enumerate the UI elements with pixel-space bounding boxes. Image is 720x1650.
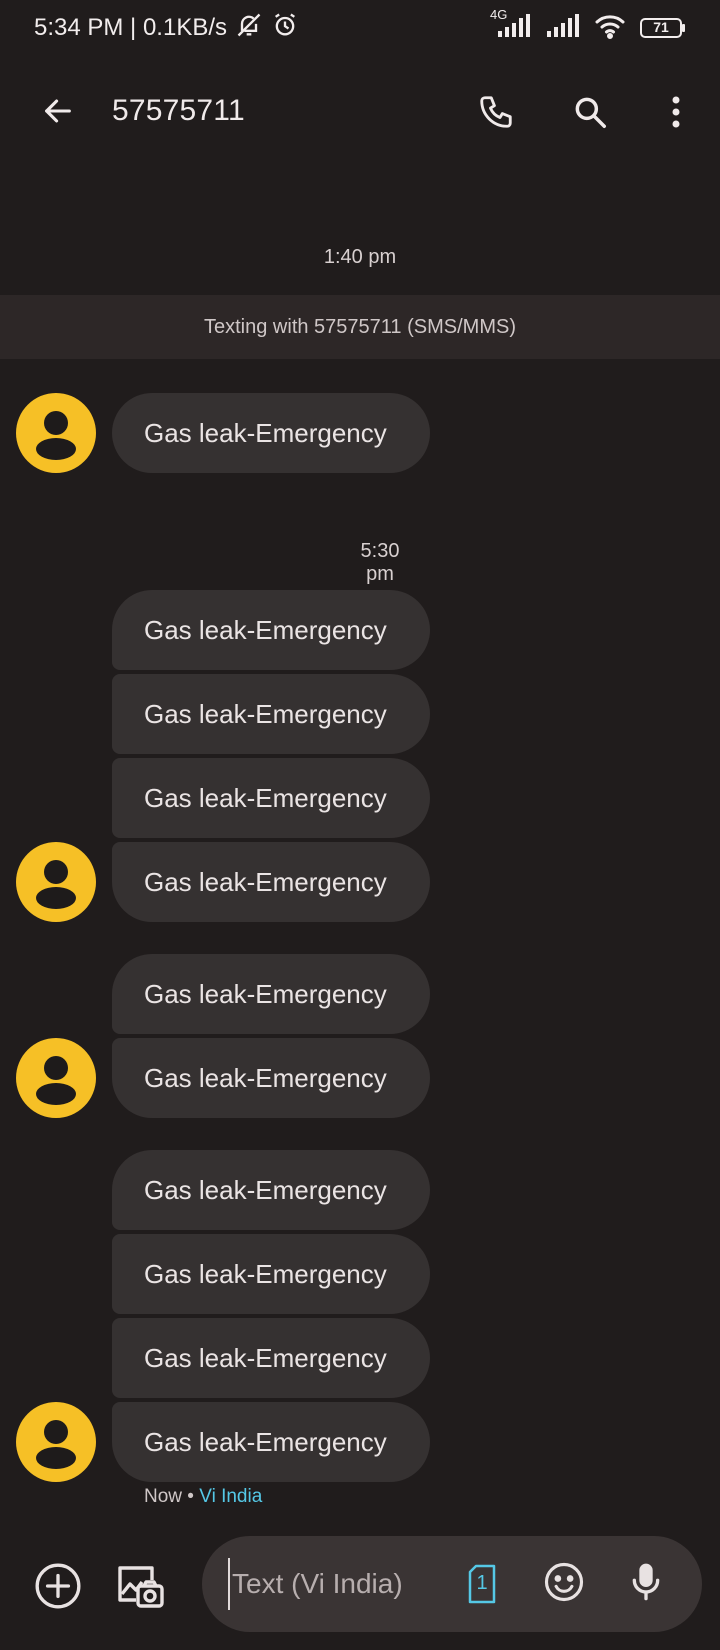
search-button[interactable]	[566, 90, 614, 138]
mic-icon	[626, 1561, 666, 1608]
back-button[interactable]	[36, 91, 80, 135]
network-type-label: 4G	[490, 6, 508, 22]
status-time: 5:34 PM | 0.1KB/s	[34, 14, 227, 41]
wifi-icon	[594, 13, 626, 44]
message-bubble[interactable]: Gas leak-Emergency	[112, 674, 430, 754]
sim-selector-button[interactable]: 1	[460, 1562, 504, 1606]
message-bubble[interactable]: Gas leak-Emergency	[112, 1234, 430, 1314]
more-vert-icon	[670, 94, 682, 135]
message-bubble[interactable]: Gas leak-Emergency	[112, 1150, 430, 1230]
message-bubble[interactable]: Gas leak-Emergency	[112, 590, 430, 670]
add-circle-icon	[33, 1561, 83, 1616]
signal-icon: 4G	[490, 7, 532, 44]
gallery-camera-icon	[114, 1560, 166, 1617]
sim-number: 1	[476, 1572, 488, 1594]
battery-level: 71	[653, 19, 669, 35]
avatar[interactable]	[16, 1038, 96, 1118]
status-separator: •	[182, 1486, 200, 1507]
timestamp-divider: 5:30 pm	[360, 540, 400, 585]
message-bubble[interactable]: Gas leak-Emergency	[112, 954, 430, 1034]
add-attachment-button[interactable]	[30, 1560, 86, 1616]
more-options-button[interactable]	[652, 90, 700, 138]
avatar[interactable]	[16, 842, 96, 922]
battery-icon: 71	[640, 17, 686, 39]
status-bar: 5:34 PM | 0.1KB/s 4G 71	[0, 0, 720, 56]
message-bubble[interactable]: Gas leak-Emergency	[112, 1038, 430, 1118]
conversation-title: 57575711	[112, 94, 245, 127]
message-status: Now • Vi India	[144, 1486, 262, 1508]
call-button[interactable]	[472, 90, 520, 138]
phone-icon	[477, 93, 515, 136]
alarm-icon	[271, 11, 299, 46]
avatar[interactable]	[16, 393, 96, 473]
app-bar: 57575711	[0, 70, 720, 156]
status-right: 4G 71	[490, 7, 686, 44]
message-input[interactable]	[228, 1558, 438, 1610]
emoji-icon	[543, 1561, 585, 1608]
message-bubble[interactable]: Gas leak-Emergency	[112, 393, 430, 473]
search-icon	[571, 93, 609, 136]
message-bubble[interactable]: Gas leak-Emergency	[112, 1318, 430, 1398]
sim-icon: 1	[466, 1564, 498, 1604]
status-time: Now	[144, 1486, 183, 1507]
status-carrier: Vi India	[199, 1486, 263, 1507]
bell-off-icon	[235, 11, 263, 46]
compose-field[interactable]: 1	[202, 1536, 702, 1632]
message-bubble[interactable]: Gas leak-Emergency	[112, 758, 430, 838]
signal-icon	[546, 13, 580, 44]
emoji-button[interactable]	[540, 1560, 588, 1608]
timestamp-divider: 1:40 pm	[323, 246, 397, 268]
message-bubble[interactable]: Gas leak-Emergency	[112, 1402, 430, 1482]
status-left: 5:34 PM | 0.1KB/s	[34, 11, 299, 46]
texting-banner: Texting with 57575711 (SMS/MMS)	[0, 295, 720, 359]
avatar[interactable]	[16, 1402, 96, 1482]
message-bubble[interactable]: Gas leak-Emergency	[112, 842, 430, 922]
gallery-button[interactable]	[112, 1560, 168, 1616]
compose-bar: 1	[0, 1530, 720, 1640]
back-arrow-icon	[41, 94, 75, 133]
voice-input-button[interactable]	[622, 1560, 670, 1608]
